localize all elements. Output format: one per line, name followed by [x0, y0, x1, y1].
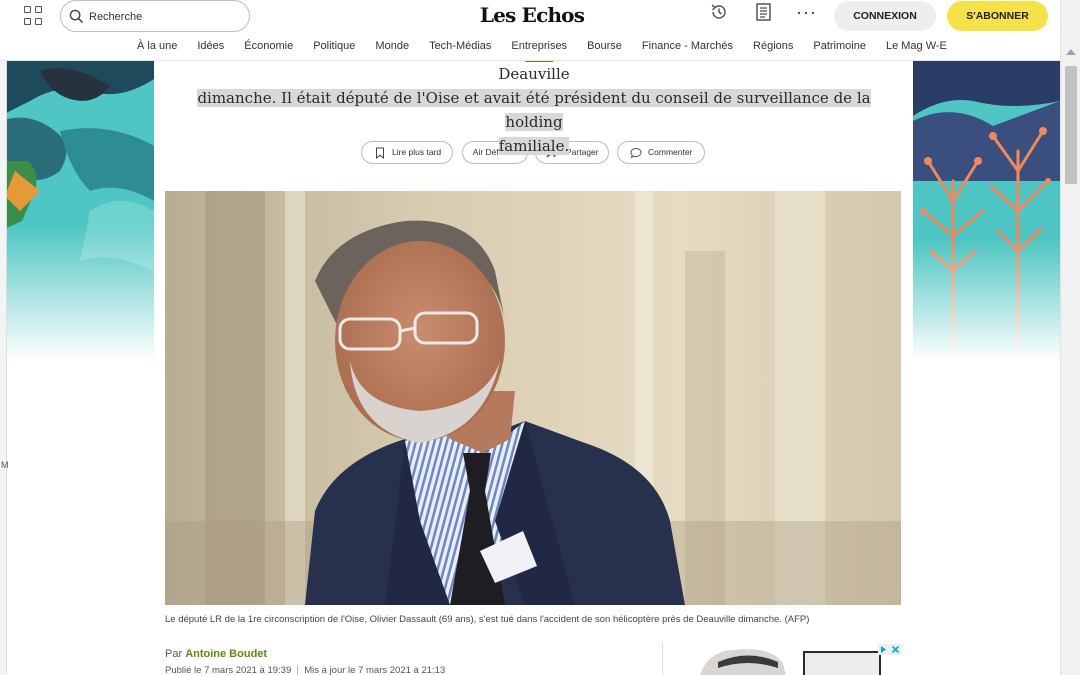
- nav-item-patrimoine[interactable]: Patrimoine: [813, 40, 866, 56]
- nav-item-idees[interactable]: Idées: [197, 40, 224, 56]
- site-logo[interactable]: Les Echos: [472, 3, 592, 27]
- connexion-button[interactable]: CONNEXION: [834, 1, 936, 31]
- article-dates: Publié le 7 mars 2021 à 19:39 Mis à jour …: [165, 665, 445, 675]
- nav-item-politique[interactable]: Politique: [313, 40, 355, 56]
- nav-item-le-mag-we[interactable]: Le Mag W-E: [886, 40, 947, 56]
- nav-item-regions[interactable]: Régions: [753, 40, 793, 56]
- nav-item-bourse[interactable]: Bourse: [587, 40, 622, 56]
- side-ad-left[interactable]: [0, 61, 154, 361]
- nav-item-entreprises[interactable]: Entreprises: [511, 40, 567, 62]
- newspaper-icon[interactable]: [754, 2, 774, 22]
- nav-item-economie[interactable]: Économie: [244, 40, 293, 56]
- main-nav: À la une Idées Économie Politique Monde …: [137, 40, 967, 62]
- history-icon[interactable]: [709, 2, 729, 22]
- published-date: Publié le 7 mars 2021 à 19:39: [165, 665, 292, 675]
- lead-line-3: familiale.: [498, 137, 570, 155]
- site-header: Les Echos ··· CONNEXION S'ABONNER À la u…: [0, 0, 1060, 62]
- grid-icon[interactable]: [24, 6, 44, 26]
- search-icon: [69, 9, 84, 24]
- nav-item-tech-medias[interactable]: Tech-Médias: [429, 40, 491, 56]
- left-edge-marker: M: [1, 460, 9, 470]
- subscribe-button[interactable]: S'ABONNER: [947, 1, 1048, 31]
- adchoices-icon[interactable]: [879, 645, 888, 654]
- photo-caption: Le député LR de la 1re circonscription d…: [165, 614, 810, 625]
- nav-item-finance-marches[interactable]: Finance - Marchés: [642, 40, 733, 56]
- close-icon[interactable]: [891, 645, 900, 654]
- nav-item-a-la-une[interactable]: À la une: [137, 40, 177, 56]
- column-divider: [662, 643, 663, 675]
- header-divider: [0, 60, 1060, 61]
- side-ad-right-art: [913, 61, 1060, 361]
- lead-line-2: dimanche. Il était député de l'Oise et a…: [197, 89, 871, 131]
- sidebar-ad-image: [688, 644, 902, 675]
- sidebar-ad[interactable]: [688, 644, 902, 675]
- search-box[interactable]: [60, 0, 250, 32]
- byline-prefix: Par: [165, 648, 183, 660]
- article-photo: [165, 191, 901, 605]
- updated-date: Mis à jour le 7 mars 2021 à 21:13: [304, 665, 446, 675]
- byline: Par Antoine Boudet: [165, 648, 267, 660]
- more-icon[interactable]: ···: [796, 2, 820, 22]
- left-window-edge: [0, 0, 7, 675]
- side-ad-right[interactable]: [913, 61, 1060, 361]
- side-ad-left-art: [0, 61, 154, 361]
- article-photo-image: [165, 191, 901, 605]
- scrollbar[interactable]: [1060, 0, 1080, 675]
- nav-item-monde[interactable]: Monde: [375, 40, 409, 56]
- date-separator: [297, 665, 299, 675]
- scroll-thumb[interactable]: [1065, 66, 1077, 184]
- scroll-up-arrow-icon[interactable]: [1066, 49, 1076, 55]
- search-input[interactable]: [89, 7, 239, 27]
- author-link[interactable]: Antoine Boudet: [185, 648, 267, 660]
